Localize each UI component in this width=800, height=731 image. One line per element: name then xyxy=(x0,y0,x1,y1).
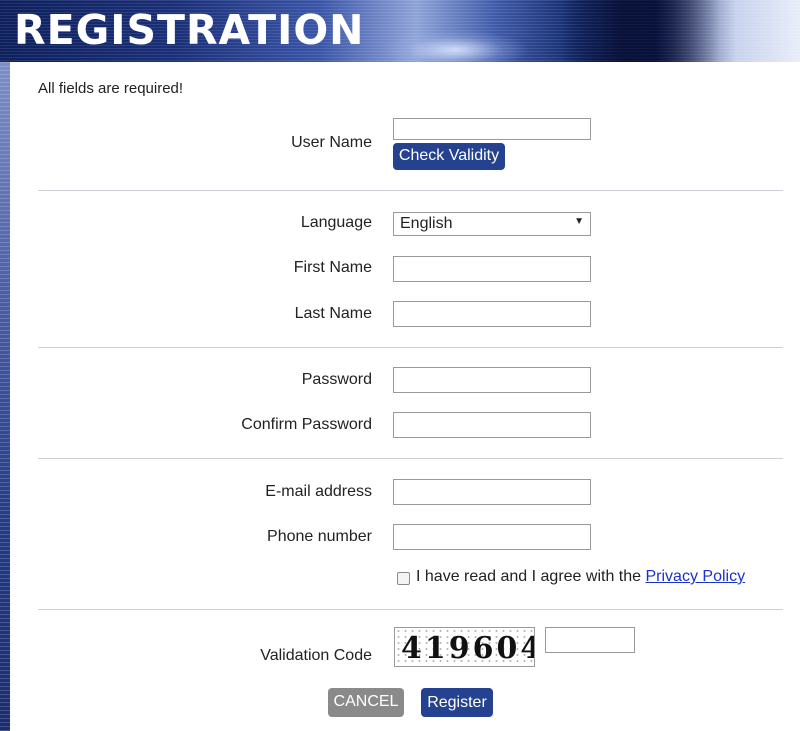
password-label: Password xyxy=(301,371,372,388)
username-input[interactable] xyxy=(393,118,591,140)
chevron-down-icon: ▼ xyxy=(574,216,584,227)
agree-text: I have read and I agree with the Privacy… xyxy=(416,568,745,586)
divider xyxy=(38,190,783,191)
language-label: Language xyxy=(300,214,372,231)
cancel-button[interactable]: CANCEL xyxy=(328,688,404,717)
register-button[interactable]: Register xyxy=(421,688,493,717)
email-label: E-mail address xyxy=(265,483,372,500)
captcha-text: 419604 xyxy=(401,631,535,666)
validation-code-label: Validation Code xyxy=(260,647,372,664)
divider xyxy=(38,458,783,459)
banner-glow xyxy=(380,30,530,62)
confirm-password-input[interactable] xyxy=(393,412,591,438)
phone-label: Phone number xyxy=(267,528,372,545)
divider xyxy=(38,609,783,610)
page-title: REGISTRATION xyxy=(14,6,365,54)
first-name-input[interactable] xyxy=(393,256,591,282)
last-name-label: Last Name xyxy=(294,305,372,322)
confirm-password-label: Confirm Password xyxy=(241,416,372,433)
agree-checkbox[interactable] xyxy=(397,572,410,585)
required-note: All fields are required! xyxy=(38,80,184,97)
first-name-label: First Name xyxy=(293,259,372,276)
username-label: User Name xyxy=(291,134,372,151)
captcha-image: 419604 xyxy=(394,627,535,667)
privacy-policy-link[interactable]: Privacy Policy xyxy=(646,568,746,585)
password-input[interactable] xyxy=(393,367,591,393)
language-selected-value: English xyxy=(400,215,453,232)
header-banner: REGISTRATION xyxy=(0,0,800,62)
last-name-input[interactable] xyxy=(393,301,591,327)
email-input[interactable] xyxy=(393,479,591,505)
banner-shade xyxy=(560,0,720,62)
divider xyxy=(38,347,783,348)
agree-label: I have read and I agree with the xyxy=(416,568,642,585)
check-validity-button[interactable]: Check Validity xyxy=(393,143,505,170)
validation-code-input[interactable] xyxy=(545,627,635,653)
phone-input[interactable] xyxy=(393,524,591,550)
language-select[interactable]: English ▼ xyxy=(393,212,591,236)
registration-form: All fields are required! User Name Check… xyxy=(20,62,800,731)
left-stripe xyxy=(0,62,20,731)
